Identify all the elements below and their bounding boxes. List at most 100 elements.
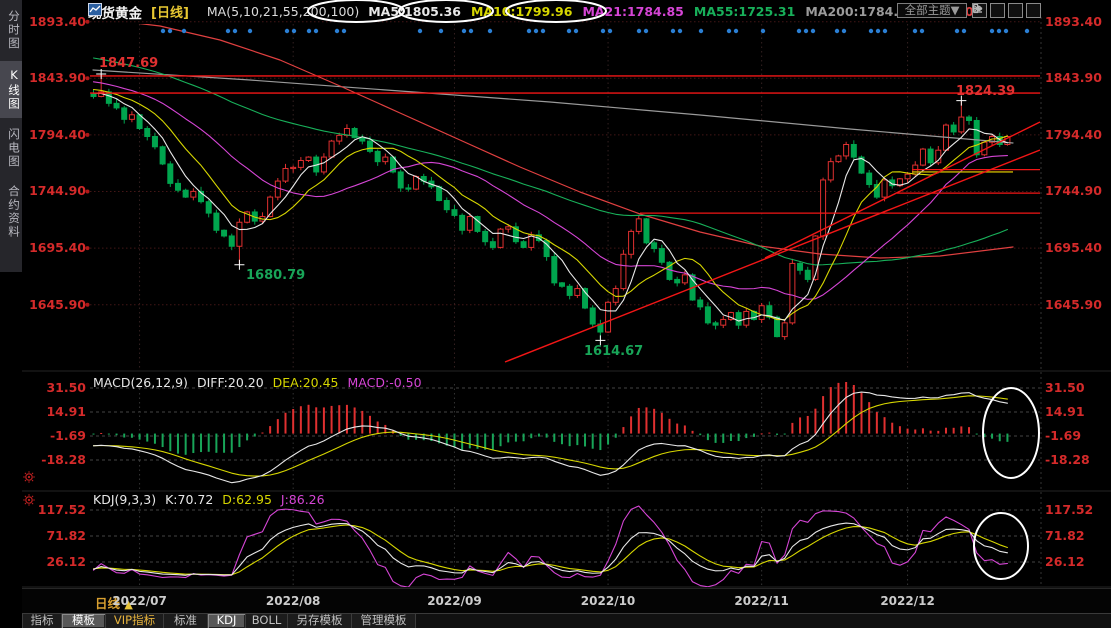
- date-label: 2022/12: [878, 594, 938, 608]
- diagonal-trendline[interactable]: [505, 150, 1040, 362]
- macd-hist-bar: [1006, 434, 1008, 442]
- sidebar-item-selected[interactable]: K线图: [0, 61, 22, 118]
- macd-hist-bar: [123, 434, 125, 438]
- date-label: 2022/09: [424, 594, 484, 608]
- macd-hist-bar: [891, 423, 893, 434]
- macd-hist-bar: [500, 434, 502, 447]
- pane-expand-icon[interactable]: [1026, 3, 1041, 18]
- toolbar-tab-4[interactable]: 标准: [164, 614, 208, 628]
- macd-hist-bar: [277, 419, 279, 433]
- macd-hist-bar: [661, 413, 663, 434]
- ma-value-label: MA55:1725.31: [694, 4, 795, 19]
- macd-hist-bar: [914, 430, 916, 434]
- macd-hist-bar: [553, 434, 555, 442]
- price-axis-label: 1843.90: [1045, 70, 1109, 85]
- sidebar-item-tab[interactable]: 合约资料: [0, 178, 22, 246]
- macd-hist-bar: [285, 413, 287, 434]
- event-dot: [913, 29, 917, 33]
- macd-diff-line: [94, 392, 1008, 483]
- toolbar-tab-1[interactable]: 指标: [22, 614, 62, 628]
- candle-body: [122, 108, 127, 119]
- toolbar-tab-7[interactable]: 另存模板: [288, 614, 352, 628]
- macd-hist-bar: [231, 434, 233, 453]
- toolbar-tab-3[interactable]: VIP指标: [106, 614, 164, 628]
- event-dot: [811, 29, 815, 33]
- diagonal-trendline[interactable]: [765, 122, 1040, 258]
- event-dot: [601, 29, 605, 33]
- price-axis-label: 1744.90: [24, 183, 86, 198]
- pane-next-icon[interactable]: [1008, 3, 1023, 18]
- candle-body: [782, 323, 787, 337]
- price-axis-label: 1645.90: [24, 297, 86, 312]
- pane-axis-icon[interactable]: [990, 3, 1005, 18]
- candle-body: [168, 164, 173, 183]
- macd-axis-label: -18.28: [1045, 452, 1109, 467]
- macd-hist-bar: [592, 434, 594, 449]
- axis-edge-dot: [86, 76, 90, 80]
- toolbar-tab-8[interactable]: 管理模板: [352, 614, 416, 628]
- price-axis-label: 1843.90: [24, 70, 86, 85]
- candle-body: [590, 308, 595, 324]
- price-axis-label: 1794.40: [24, 127, 86, 142]
- candle-body: [606, 302, 611, 332]
- indicator-sun-icon[interactable]: [23, 471, 35, 483]
- candle-body: [406, 188, 411, 189]
- candle-body: [367, 141, 372, 151]
- macd-hist-bar: [100, 433, 102, 434]
- macd-axis-label: 31.50: [1045, 380, 1109, 395]
- macd-hist-bar: [730, 434, 732, 441]
- macd-hist-bar: [538, 434, 540, 437]
- candle-body: [160, 147, 165, 164]
- macd-axis-label: -1.69: [1045, 428, 1109, 443]
- macd-hist-bar: [261, 432, 263, 433]
- ma-values: MA5:1805.36MA10:1799.96MA21:1784.85MA55:…: [368, 4, 973, 19]
- toolbar-tab-6[interactable]: BOLL: [246, 614, 288, 628]
- toolbar-tab-5[interactable]: KDJ: [208, 614, 246, 628]
- candles-group[interactable]: [91, 74, 1010, 340]
- event-dot: [567, 29, 571, 33]
- event-dot: [797, 29, 801, 33]
- candle-body: [675, 279, 680, 282]
- macd-hist-bar: [853, 385, 855, 434]
- axis-edge-dot: [86, 246, 90, 250]
- sidebar-item-tab[interactable]: 分时图: [0, 3, 22, 58]
- theme-dropdown[interactable]: 全部主题▼: [897, 3, 967, 18]
- event-dot: [541, 29, 545, 33]
- candle-body: [867, 173, 872, 184]
- price-axis-label: 1794.40: [1045, 127, 1109, 142]
- macd-hist-bar: [814, 409, 816, 434]
- macd-hist-bar: [768, 433, 770, 434]
- event-dot: [699, 29, 703, 33]
- candle-body: [329, 141, 334, 157]
- macd-hist-bar: [530, 434, 532, 439]
- sidebar-item-tab[interactable]: 闪电图: [0, 121, 22, 176]
- candle-body: [575, 289, 580, 296]
- price-axis-label: 1744.90: [1045, 183, 1109, 198]
- macd-hist-bar: [653, 409, 655, 434]
- macd-hist-bar: [569, 434, 571, 447]
- macd-hist-bar: [331, 406, 333, 434]
- candle-body: [698, 300, 703, 307]
- candle-body: [191, 191, 196, 197]
- macd-hist-bar: [154, 434, 156, 444]
- candle-body: [959, 117, 964, 132]
- toolbar-tab-2[interactable]: 模板: [62, 614, 106, 628]
- macd-hist-bar: [162, 434, 164, 447]
- macd-hist-bar: [983, 434, 985, 438]
- macd-hist-bar: [369, 416, 371, 434]
- ma5-line: [94, 93, 1008, 321]
- candle-body: [229, 236, 234, 246]
- event-dot: [233, 29, 237, 33]
- candle-body: [498, 229, 503, 247]
- event-dot: [727, 29, 731, 33]
- event-dot: [488, 29, 492, 33]
- candle-body: [644, 219, 649, 243]
- event-dot: [462, 29, 466, 33]
- candle-body: [206, 202, 211, 213]
- candle-body: [175, 183, 180, 190]
- event-dot: [248, 29, 252, 33]
- drawn-lines[interactable]: [90, 76, 1040, 362]
- macd-hist-bar: [192, 434, 194, 453]
- macd-hist-bar: [953, 428, 955, 434]
- candle-body: [129, 115, 134, 120]
